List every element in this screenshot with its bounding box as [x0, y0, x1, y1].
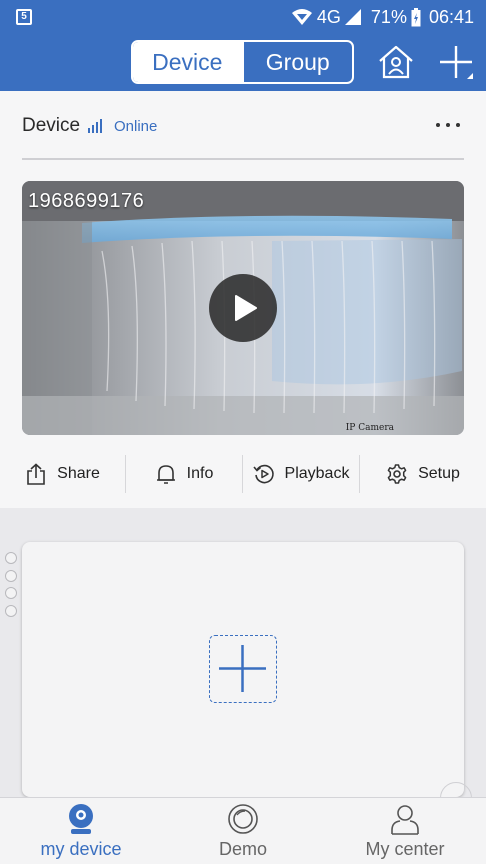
binder-ring: [5, 587, 17, 599]
binder-ring: [5, 605, 17, 617]
network-type: 4G: [316, 6, 341, 27]
play-button[interactable]: [209, 274, 277, 342]
tab-device[interactable]: Device: [133, 42, 242, 82]
wifi-icon: [291, 9, 312, 25]
camera-icon: [69, 804, 93, 834]
share-button[interactable]: Share: [0, 455, 126, 493]
info-label: Info: [186, 465, 214, 482]
view-toggle: Device Group: [131, 40, 354, 84]
binder-ring: [5, 570, 17, 582]
html5-app-icon: 5: [16, 9, 32, 25]
clock: 06:41: [428, 6, 474, 27]
device-actions: Share Info Playback Setup: [0, 455, 486, 499]
signal-icon: [344, 9, 361, 25]
device-title: Device: [22, 115, 81, 136]
gear-icon: [387, 464, 407, 484]
binder-ring: [5, 552, 17, 564]
tab-group[interactable]: Group: [241, 42, 353, 82]
signal-bars-icon: [88, 119, 102, 133]
nav-my-center[interactable]: My center: [324, 798, 486, 864]
share-icon: [27, 463, 45, 485]
person-icon: [391, 805, 419, 835]
nav-label-my-device: my device: [40, 839, 122, 859]
nav-my-device[interactable]: my device: [0, 798, 162, 864]
setup-button[interactable]: Setup: [360, 455, 486, 493]
camera-id: 1968699176: [28, 190, 145, 212]
playback-label: Playback: [284, 465, 350, 482]
battery-percent: 71%: [370, 6, 407, 27]
nav-label-demo: Demo: [218, 839, 267, 859]
setup-label: Setup: [418, 465, 460, 482]
app-header: 5 4G 71% 06:41 Device Group: [0, 0, 486, 91]
add-device-button[interactable]: [209, 635, 277, 703]
add-device-icon[interactable]: [437, 44, 475, 82]
plus-icon: [219, 645, 266, 692]
playback-button[interactable]: Playback: [243, 455, 360, 493]
lens-icon: [228, 804, 258, 834]
nav-demo[interactable]: Demo: [162, 798, 324, 864]
bottom-navigation: my device Demo My center: [0, 797, 486, 864]
camera-watermark: IP Camera: [345, 423, 394, 433]
nav-label-my-center: My center: [365, 839, 445, 859]
device-status: Online: [114, 118, 158, 135]
share-label: Share: [57, 465, 100, 482]
home-icon[interactable]: [377, 44, 415, 80]
more-options-icon[interactable]: [432, 115, 464, 135]
camera-preview[interactable]: 1968699176 IP Camera: [22, 181, 464, 435]
device-card: Device Online 1968699176 IP Camera Share…: [0, 91, 486, 508]
playback-icon: [252, 464, 274, 484]
bell-icon: [156, 465, 175, 484]
info-button[interactable]: Info: [126, 455, 243, 493]
status-bar: 5 4G 71% 06:41: [0, 0, 486, 34]
divider: [22, 158, 464, 160]
play-icon: [235, 295, 257, 321]
add-device-card[interactable]: [22, 542, 464, 797]
battery-icon: [411, 7, 421, 26]
